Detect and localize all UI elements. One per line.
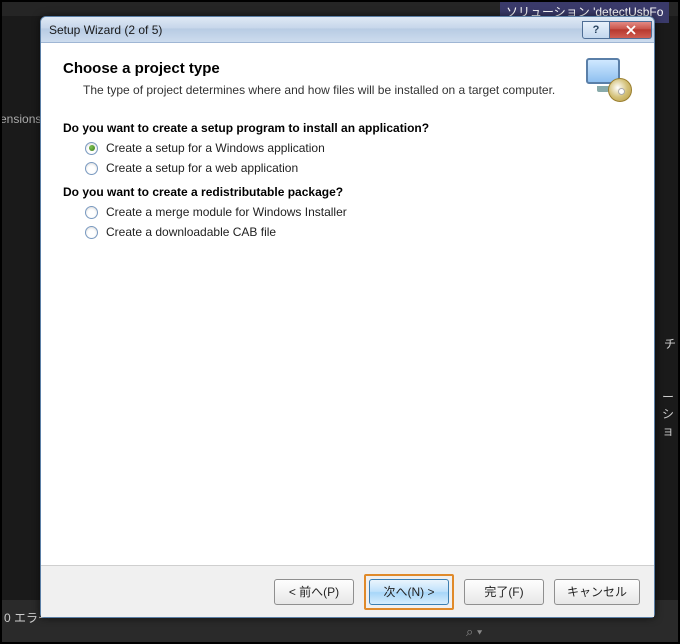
radio-label: Create a setup for a web application [106, 161, 298, 175]
search-icon[interactable]: ⌕ ▾ [466, 624, 482, 640]
finish-button[interactable]: 完了(F) [464, 579, 544, 605]
radio-icon [85, 162, 98, 175]
window-title: Setup Wizard (2 of 5) [49, 23, 582, 37]
bg-side-label-1: チ [664, 335, 676, 352]
close-button[interactable] [610, 21, 652, 39]
close-icon [626, 25, 636, 35]
help-button[interactable]: ? [582, 21, 610, 39]
radio-label: Create a setup for a Windows application [106, 141, 325, 155]
back-button[interactable]: < 前へ(P) [274, 579, 354, 605]
radio-icon [85, 226, 98, 239]
bg-extensions-label: ensions [0, 112, 41, 126]
radio-cab-file[interactable]: Create a downloadable CAB file [85, 225, 632, 239]
next-button[interactable]: 次へ(N) > [369, 579, 449, 605]
bg-side-label-2: ーショ [662, 388, 680, 439]
radio-icon [85, 142, 98, 155]
next-button-highlight: 次へ(N) > [364, 574, 454, 610]
question-redistributable: Do you want to create a redistributable … [63, 185, 632, 199]
setup-icon [584, 58, 632, 102]
cancel-button[interactable]: キャンセル [554, 579, 640, 605]
dialog-footer: < 前へ(P) 次へ(N) > 完了(F) キャンセル [41, 565, 654, 617]
radio-label: Create a downloadable CAB file [106, 225, 276, 239]
question-setup-program: Do you want to create a setup program to… [63, 121, 632, 135]
page-subheading: The type of project determines where and… [83, 83, 584, 97]
titlebar[interactable]: Setup Wizard (2 of 5) ? [41, 17, 654, 43]
radio-windows-app[interactable]: Create a setup for a Windows application [85, 141, 632, 155]
radio-merge-module[interactable]: Create a merge module for Windows Instal… [85, 205, 632, 219]
radio-web-app[interactable]: Create a setup for a web application [85, 161, 632, 175]
dialog-content: Choose a project type The type of projec… [41, 43, 654, 565]
setup-wizard-dialog: Setup Wizard (2 of 5) ? Choose a project… [40, 16, 655, 618]
page-heading: Choose a project type [63, 60, 584, 77]
radio-icon [85, 206, 98, 219]
radio-label: Create a merge module for Windows Instal… [106, 205, 347, 219]
